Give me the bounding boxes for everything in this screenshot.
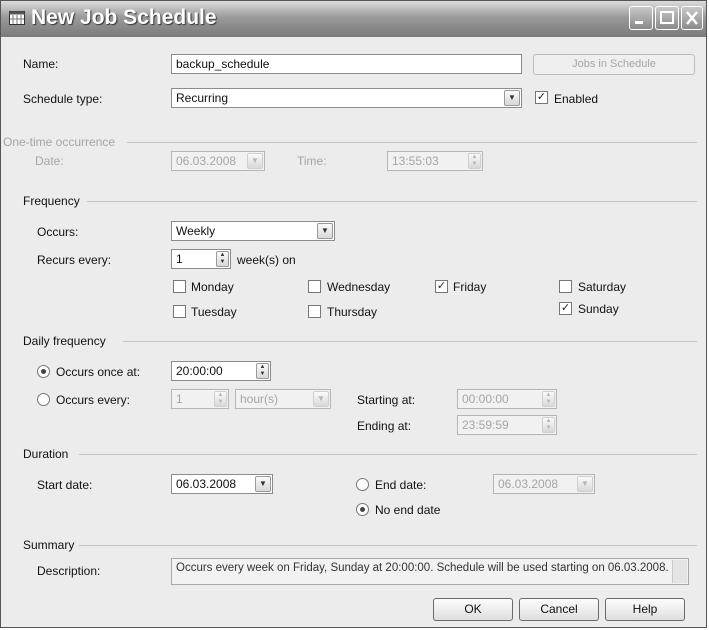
description-label: Description: [37, 564, 101, 578]
name-input[interactable]: backup_schedule [171, 54, 522, 74]
spinner-icon[interactable]: ▲ ▼ [542, 417, 555, 433]
description-value: Occurs every week on Friday, Sunday at 2… [176, 562, 669, 574]
occurs-every-radio[interactable] [37, 393, 50, 406]
occurs-every-input[interactable]: 1 ▲ ▼ [171, 389, 229, 409]
summary-divider [79, 545, 697, 546]
maximize-button[interactable] [655, 6, 679, 30]
friday-checkbox[interactable]: ✓ [435, 280, 448, 293]
minimize-button[interactable] [629, 6, 653, 30]
wednesday-checkbox[interactable] [308, 280, 321, 293]
calendar-icon [9, 11, 25, 25]
ending-at-value: 23:59:59 [462, 418, 509, 432]
ending-at-label: Ending at: [357, 419, 412, 433]
occurs-every-value: 1 [176, 392, 183, 406]
thursday-label: Thursday [327, 305, 378, 319]
tuesday-label: Tuesday [191, 305, 237, 319]
starting-at-value: 00:00:00 [462, 392, 509, 406]
occurs-once-time-input[interactable]: 20:00:00 ▲ ▼ [171, 361, 271, 381]
description-textbox[interactable]: Occurs every week on Friday, Sunday at 2… [171, 558, 689, 585]
schedule-type-label: Schedule type: [23, 92, 103, 106]
onetime-divider [127, 142, 697, 143]
occurs-every-label: Occurs every: [56, 393, 131, 407]
occurs-once-label: Occurs once at: [56, 365, 141, 379]
duration-divider [79, 454, 697, 455]
occurs-every-unit-value: hour(s) [240, 392, 279, 406]
no-end-date-radio[interactable] [356, 503, 369, 516]
chevron-down-icon[interactable]: ▼ [577, 476, 593, 492]
frequency-header: Frequency [23, 194, 80, 208]
chevron-down-icon[interactable]: ▼ [255, 476, 271, 492]
occurs-label: Occurs: [37, 225, 79, 239]
start-date-label: Start date: [37, 478, 93, 492]
onetime-date-label: Date: [35, 154, 64, 168]
occurs-select[interactable]: Weekly ▼ [171, 221, 335, 241]
ending-at-input[interactable]: 23:59:59 ▲ ▼ [457, 415, 557, 435]
monday-label: Monday [191, 280, 234, 294]
name-label: Name: [23, 57, 59, 71]
recurs-unit-label: week(s) on [237, 253, 296, 267]
occurs-every-unit-select[interactable]: hour(s) ▼ [235, 389, 331, 409]
spinner-icon[interactable]: ▲ ▼ [542, 391, 555, 407]
recurs-every-input[interactable]: 1 ▲ ▼ [171, 249, 231, 269]
end-date-picker[interactable]: 06.03.2008 ▼ [493, 474, 595, 494]
recurs-every-label: Recurs every: [37, 253, 112, 267]
sunday-label: Sunday [578, 302, 619, 316]
chevron-down-icon[interactable]: ▼ [247, 153, 263, 169]
daily-divider [123, 341, 697, 342]
schedule-type-select[interactable]: Recurring ▼ [171, 88, 522, 108]
end-date-label: End date: [375, 478, 427, 492]
spinner-icon[interactable]: ▲ ▼ [468, 153, 481, 169]
end-date-value: 06.03.2008 [498, 477, 559, 491]
saturday-checkbox[interactable] [559, 280, 572, 293]
sunday-checkbox[interactable]: ✓ [559, 302, 572, 315]
spinner-icon[interactable]: ▲ ▼ [216, 251, 229, 267]
wednesday-label: Wednesday [327, 280, 391, 294]
start-date-value: 06.03.2008 [176, 477, 237, 491]
summary-header: Summary [23, 538, 75, 552]
saturday-label: Saturday [578, 280, 627, 294]
onetime-time-label: Time: [297, 154, 327, 168]
close-button[interactable] [681, 6, 703, 30]
enabled-checkbox[interactable]: ✓ [535, 91, 548, 104]
no-end-date-label: No end date [375, 503, 441, 517]
scrollbar[interactable] [672, 560, 687, 583]
maximize-icon [660, 11, 674, 24]
daily-header: Daily frequency [23, 334, 106, 348]
dialog-window: New Job Schedule Name: backup_schedule J… [0, 0, 707, 628]
starting-at-label: Starting at: [357, 393, 416, 407]
onetime-date-picker[interactable]: 06.03.2008 ▼ [171, 151, 265, 171]
occurs-once-radio[interactable] [37, 365, 50, 378]
close-icon [686, 11, 698, 25]
title-bar[interactable]: New Job Schedule [1, 1, 706, 37]
spinner-icon[interactable]: ▲ ▼ [214, 391, 227, 407]
occurs-value: Weekly [176, 224, 216, 238]
duration-header: Duration [23, 447, 69, 461]
cancel-button[interactable]: Cancel [519, 598, 599, 621]
chevron-down-icon[interactable]: ▼ [317, 223, 333, 239]
frequency-divider [87, 201, 697, 202]
minimize-icon [635, 21, 643, 24]
spinner-icon[interactable]: ▲ ▼ [256, 363, 269, 379]
enabled-label: Enabled [554, 92, 599, 106]
tuesday-checkbox[interactable] [173, 305, 186, 318]
help-button[interactable]: Help [605, 598, 685, 621]
onetime-date-value: 06.03.2008 [176, 154, 237, 168]
end-date-radio[interactable] [356, 478, 369, 491]
ok-button[interactable]: OK [433, 598, 513, 621]
onetime-time-input[interactable]: 13:55:03 ▲ ▼ [387, 151, 483, 171]
start-date-picker[interactable]: 06.03.2008 ▼ [171, 474, 273, 494]
onetime-header: One-time occurrence [3, 135, 116, 149]
occurs-once-time-value: 20:00:00 [176, 364, 223, 378]
window-title: New Job Schedule [31, 6, 217, 29]
jobs-in-schedule-button[interactable]: Jobs in Schedule [533, 54, 695, 75]
starting-at-input[interactable]: 00:00:00 ▲ ▼ [457, 389, 557, 409]
chevron-down-icon[interactable]: ▼ [504, 90, 520, 106]
onetime-time-value: 13:55:03 [392, 154, 439, 168]
recurs-every-value: 1 [176, 252, 183, 266]
friday-label: Friday [453, 280, 487, 294]
schedule-type-value: Recurring [176, 91, 229, 105]
monday-checkbox[interactable] [173, 280, 186, 293]
chevron-down-icon[interactable]: ▼ [313, 391, 329, 407]
thursday-checkbox[interactable] [308, 305, 321, 318]
